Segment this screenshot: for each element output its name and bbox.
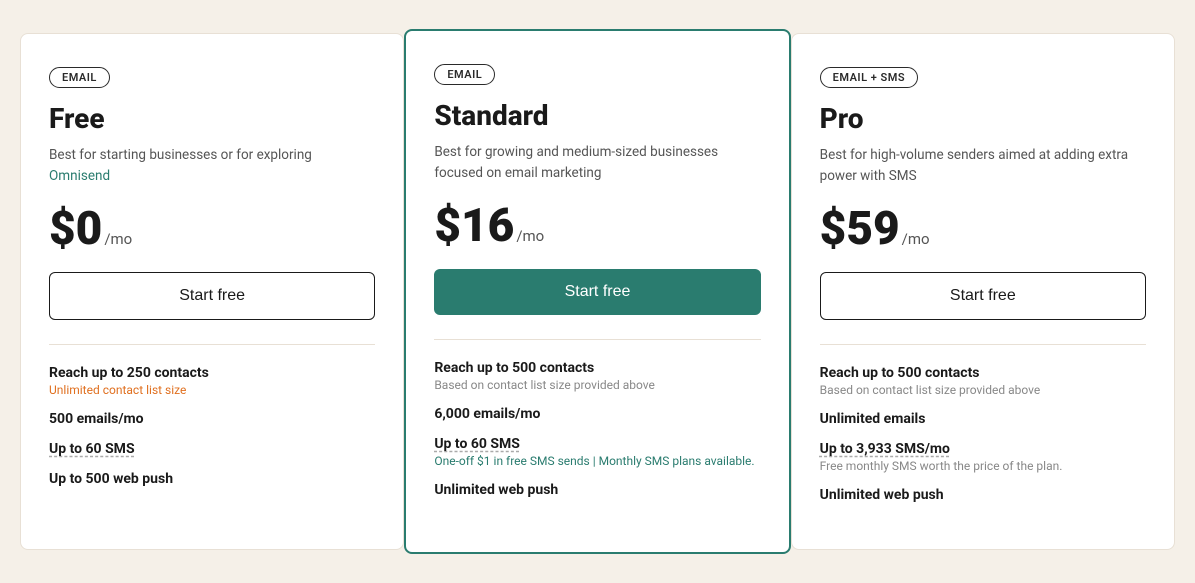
pricing-container: EMAIL Free Best for starting businesses or… — [20, 33, 1175, 550]
price-row-free: $0/mo — [49, 206, 375, 252]
plan-name-free: Free — [49, 102, 375, 135]
price-row-pro: $59/mo — [820, 206, 1146, 252]
feature-subtitle-standard-2: One-off $1 in free SMS sends | Monthly S… — [434, 454, 760, 468]
feature-title-pro-1: Unlimited emails — [820, 411, 1146, 427]
feature-title-standard-3: Unlimited web push — [434, 482, 760, 498]
feature-item-standard-2: Up to 60 SMS One-off $1 in free SMS sends… — [434, 436, 760, 468]
plan-name-standard: Standard — [434, 99, 760, 132]
price-row-standard: $16/mo — [434, 203, 760, 249]
price-period-free: /mo — [104, 230, 132, 248]
feature-item-free-1: 500 emails/mo — [49, 411, 375, 427]
feature-item-free-0: Reach up to 250 contacts Unlimited contac… — [49, 365, 375, 397]
feature-title-free-1: 500 emails/mo — [49, 411, 375, 427]
divider-pro — [820, 344, 1146, 345]
feature-title-pro-2: Up to 3,933 SMS/mo — [820, 441, 1146, 457]
feature-item-pro-3: Unlimited web push — [820, 487, 1146, 503]
divider-free — [49, 344, 375, 345]
feature-item-free-3: Up to 500 web push — [49, 471, 375, 487]
plan-description-pro: Best for high-volume senders aimed at ad… — [820, 145, 1146, 186]
badge-pro: EMAIL + SMS — [820, 67, 918, 88]
cta-button-standard[interactable]: Start free — [434, 269, 760, 315]
feature-item-standard-0: Reach up to 500 contacts Based on contact… — [434, 360, 760, 392]
feature-title-standard-1: 6,000 emails/mo — [434, 406, 760, 422]
feature-title-free-0: Reach up to 250 contacts — [49, 365, 375, 381]
feature-title-free-3: Up to 500 web push — [49, 471, 375, 487]
feature-subtitle-free-0: Unlimited contact list size — [49, 383, 375, 397]
feature-item-standard-1: 6,000 emails/mo — [434, 406, 760, 422]
feature-subtitle-pro-2: Free monthly SMS worth the price of the … — [820, 459, 1146, 473]
feature-item-pro-2: Up to 3,933 SMS/mo Free monthly SMS worth… — [820, 441, 1146, 473]
cta-button-free[interactable]: Start free — [49, 272, 375, 320]
feature-title-pro-0: Reach up to 500 contacts — [820, 365, 1146, 381]
feature-item-pro-1: Unlimited emails — [820, 411, 1146, 427]
pricing-card-free: EMAIL Free Best for starting businesses or… — [20, 33, 404, 550]
feature-item-standard-3: Unlimited web push — [434, 482, 760, 498]
badge-standard: EMAIL — [434, 64, 495, 85]
pricing-card-pro: EMAIL + SMS Pro Best for high-volume sende… — [791, 33, 1175, 550]
feature-title-standard-2: Up to 60 SMS — [434, 436, 760, 452]
feature-item-pro-0: Reach up to 500 contacts Based on contact… — [820, 365, 1146, 397]
divider-standard — [434, 339, 760, 340]
price-period-standard: /mo — [516, 227, 544, 245]
pricing-card-standard: EMAIL Standard Best for growing and medium… — [404, 29, 790, 554]
feature-title-pro-3: Unlimited web push — [820, 487, 1146, 503]
price-period-pro: /mo — [902, 230, 930, 248]
badge-free: EMAIL — [49, 67, 110, 88]
cta-button-pro[interactable]: Start free — [820, 272, 1146, 320]
feature-title-free-2: Up to 60 SMS — [49, 441, 375, 457]
price-amount-pro: $59 — [820, 206, 900, 252]
feature-subtitle-standard-0: Based on contact list size provided abov… — [434, 378, 760, 392]
plan-description-standard: Best for growing and medium-sized busine… — [434, 142, 760, 183]
feature-item-free-2: Up to 60 SMS — [49, 441, 375, 457]
feature-title-standard-0: Reach up to 500 contacts — [434, 360, 760, 376]
plan-name-pro: Pro — [820, 102, 1146, 135]
feature-subtitle-pro-0: Based on contact list size provided abov… — [820, 383, 1146, 397]
price-amount-standard: $16 — [434, 203, 514, 249]
price-amount-free: $0 — [49, 206, 102, 252]
plan-description-free: Best for starting businesses or for expl… — [49, 145, 375, 186]
